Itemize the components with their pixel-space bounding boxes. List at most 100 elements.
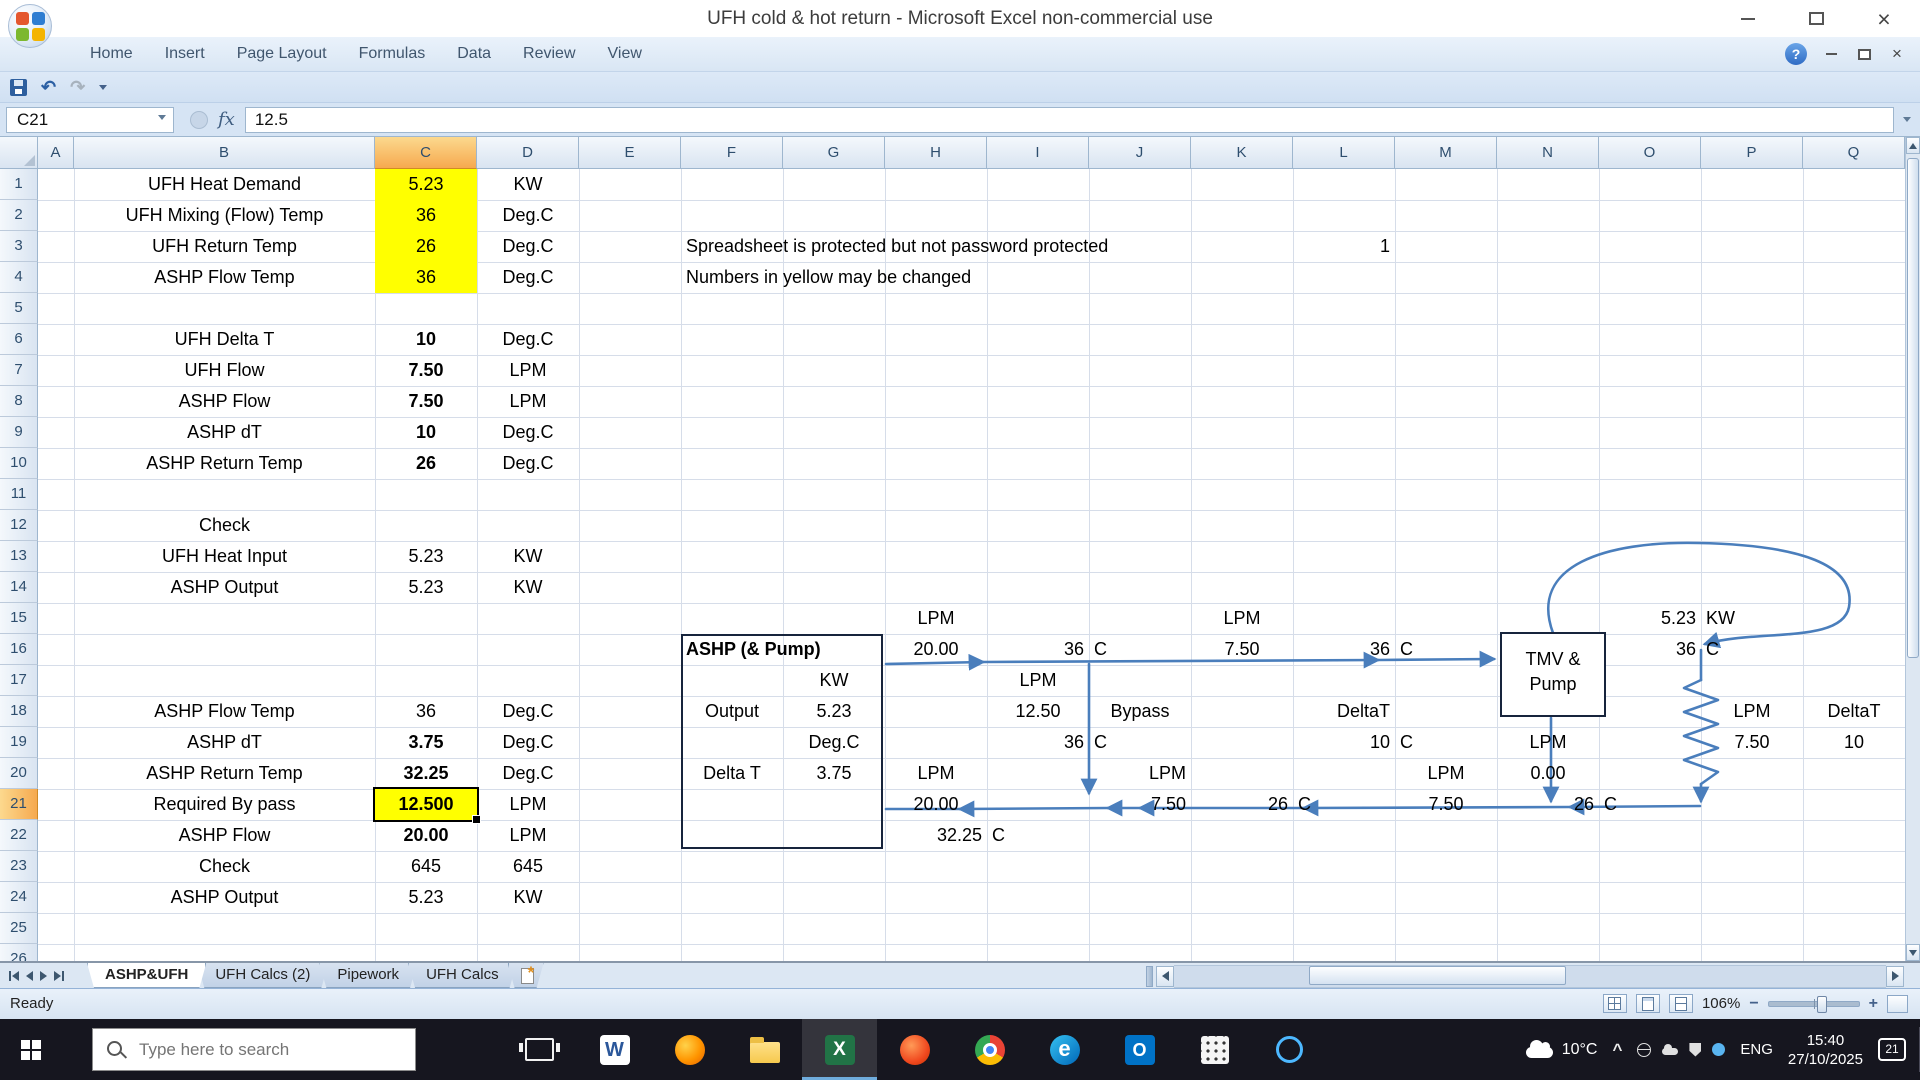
row-header-19[interactable]: 19 xyxy=(0,727,38,758)
cell-H21[interactable]: 20.00 xyxy=(885,789,987,820)
cell-D24[interactable]: KW xyxy=(477,882,579,913)
close-button[interactable]: × xyxy=(1872,7,1896,30)
save-icon[interactable] xyxy=(10,78,27,96)
cell-I18[interactable]: 12.50 xyxy=(987,696,1089,727)
scroll-right-icon[interactable] xyxy=(1886,965,1904,987)
sheet-tab-ashp-ufh[interactable]: ASHP&UFH xyxy=(87,963,206,988)
col-header-O[interactable]: O xyxy=(1599,137,1701,169)
cell-B22[interactable]: ASHP Flow xyxy=(74,820,375,851)
cell-D7[interactable]: LPM xyxy=(477,355,579,386)
cell-F4[interactable]: Numbers in yellow may be changed xyxy=(686,262,971,293)
select-all-corner[interactable] xyxy=(0,137,38,169)
first-sheet-icon[interactable] xyxy=(9,970,19,981)
cell-I16[interactable]: 36 xyxy=(987,634,1089,665)
cell-C7[interactable]: 7.50 xyxy=(375,355,477,386)
cell-B7[interactable]: UFH Flow xyxy=(74,355,375,386)
taskbar-icon-outlook[interactable]: O xyxy=(1102,1019,1177,1080)
cell-B13[interactable]: UFH Heat Input xyxy=(74,541,375,572)
cell-C20[interactable]: 32.25 xyxy=(375,758,477,789)
cell-K21[interactable]: 26 xyxy=(1191,789,1293,820)
ribbon-tab-review[interactable]: Review xyxy=(507,37,591,71)
zoom-slider[interactable] xyxy=(1767,995,1860,1013)
cell-K16[interactable]: 7.50 xyxy=(1191,634,1293,665)
cell-B18[interactable]: ASHP Flow Temp xyxy=(74,696,375,727)
undo-icon[interactable]: ↶ xyxy=(41,78,56,96)
ribbon-tab-home[interactable]: Home xyxy=(74,37,149,71)
horizontal-scrollbar-thumb[interactable] xyxy=(1309,965,1566,985)
col-header-L[interactable]: L xyxy=(1293,137,1395,169)
cell-L21[interactable]: C xyxy=(1298,789,1311,820)
row-header-10[interactable]: 10 xyxy=(0,448,38,479)
cell-I17[interactable]: LPM xyxy=(987,665,1089,696)
workbook-close-button[interactable]: × xyxy=(1888,45,1906,62)
col-header-A[interactable]: A xyxy=(38,137,74,169)
cell-C18[interactable]: 36 xyxy=(375,696,477,727)
cell-F18[interactable]: Output xyxy=(681,696,783,727)
cell-D10[interactable]: Deg.C xyxy=(477,448,579,479)
cell-B12[interactable]: Check xyxy=(74,510,375,541)
cell-C3[interactable]: 26 xyxy=(375,231,477,262)
row-header-12[interactable]: 12 xyxy=(0,510,38,541)
cell-C13[interactable]: 5.23 xyxy=(375,541,477,572)
taskbar-icon-app-grid[interactable] xyxy=(1177,1019,1252,1080)
weather-widget[interactable]: 10°C xyxy=(1525,1040,1597,1059)
customize-toolbar-icon[interactable] xyxy=(99,84,108,94)
cell-G20[interactable]: 3.75 xyxy=(783,758,885,789)
cell-M19[interactable]: C xyxy=(1400,727,1413,758)
cell-C6[interactable]: 10 xyxy=(375,324,477,355)
cell-B21[interactable]: Required By pass xyxy=(74,789,375,820)
cell-B3[interactable]: UFH Return Temp xyxy=(74,231,375,262)
name-box-dropdown-icon[interactable] xyxy=(158,115,166,124)
ribbon-tab-formulas[interactable]: Formulas xyxy=(343,37,442,71)
cell-C23[interactable]: 645 xyxy=(375,851,477,882)
cell-O21[interactable]: C xyxy=(1604,789,1617,820)
cell-B2[interactable]: UFH Mixing (Flow) Temp xyxy=(74,200,375,231)
row-header-17[interactable]: 17 xyxy=(0,665,38,696)
taskbar-icon-edge[interactable]: e xyxy=(1027,1019,1102,1080)
cell-P16[interactable]: C xyxy=(1706,634,1719,665)
cell-D22[interactable]: LPM xyxy=(477,820,579,851)
search-input[interactable] xyxy=(92,1028,416,1071)
taskbar-icon-firefox[interactable] xyxy=(652,1019,727,1080)
last-sheet-icon[interactable] xyxy=(54,970,64,981)
horizontal-scrollbar-track[interactable] xyxy=(1174,964,1886,988)
cell-G17[interactable]: KW xyxy=(783,665,885,696)
cell-D19[interactable]: Deg.C xyxy=(477,727,579,758)
cell-B10[interactable]: ASHP Return Temp xyxy=(74,448,375,479)
cell-D1[interactable]: KW xyxy=(477,169,579,200)
taskbar-icon-word[interactable]: W xyxy=(577,1019,652,1080)
cell-D13[interactable]: KW xyxy=(477,541,579,572)
cell-B9[interactable]: ASHP dT xyxy=(74,417,375,448)
cell-C2[interactable]: 36 xyxy=(375,200,477,231)
cell-O15[interactable]: 5.23 xyxy=(1599,603,1701,634)
row-header-25[interactable]: 25 xyxy=(0,913,38,944)
col-header-E[interactable]: E xyxy=(579,137,681,169)
cell-G18[interactable]: 5.23 xyxy=(783,696,885,727)
previous-sheet-icon[interactable] xyxy=(26,970,33,981)
taskbar-icon-excel[interactable]: X xyxy=(802,1019,877,1080)
tmv-pump-box[interactable]: TMV & Pump xyxy=(1500,632,1606,717)
vertical-scrollbar-thumb[interactable] xyxy=(1907,158,1919,658)
cell-L18[interactable]: DeltaT xyxy=(1293,696,1395,727)
row-header-24[interactable]: 24 xyxy=(0,882,38,913)
redo-icon[interactable]: ↷ xyxy=(70,78,85,96)
cell-D23[interactable]: 645 xyxy=(477,851,579,882)
onedrive-icon[interactable] xyxy=(1662,1044,1679,1055)
cell-F16[interactable]: ASHP (& Pump) xyxy=(686,634,821,665)
col-header-C[interactable]: C xyxy=(375,137,477,169)
network-icon[interactable] xyxy=(1637,1042,1652,1057)
cell-C9[interactable]: 10 xyxy=(375,417,477,448)
row-header-1[interactable]: 1 xyxy=(0,169,38,200)
ribbon-tab-view[interactable]: View xyxy=(592,37,658,71)
restore-button[interactable] xyxy=(1804,8,1828,30)
cell-B14[interactable]: ASHP Output xyxy=(74,572,375,603)
taskbar-icon-chrome[interactable] xyxy=(952,1019,1027,1080)
cell-H22[interactable]: 32.25 xyxy=(885,820,987,851)
row-header-6[interactable]: 6 xyxy=(0,324,38,355)
cell-D9[interactable]: Deg.C xyxy=(477,417,579,448)
taskbar-icon-file-explorer[interactable] xyxy=(727,1019,802,1080)
row-header-9[interactable]: 9 xyxy=(0,417,38,448)
taskbar-icon-browser-2[interactable] xyxy=(877,1019,952,1080)
sheet-tab-ufh-calcs-2-[interactable]: UFH Calcs (2) xyxy=(197,963,328,988)
row-header-20[interactable]: 20 xyxy=(0,758,38,789)
